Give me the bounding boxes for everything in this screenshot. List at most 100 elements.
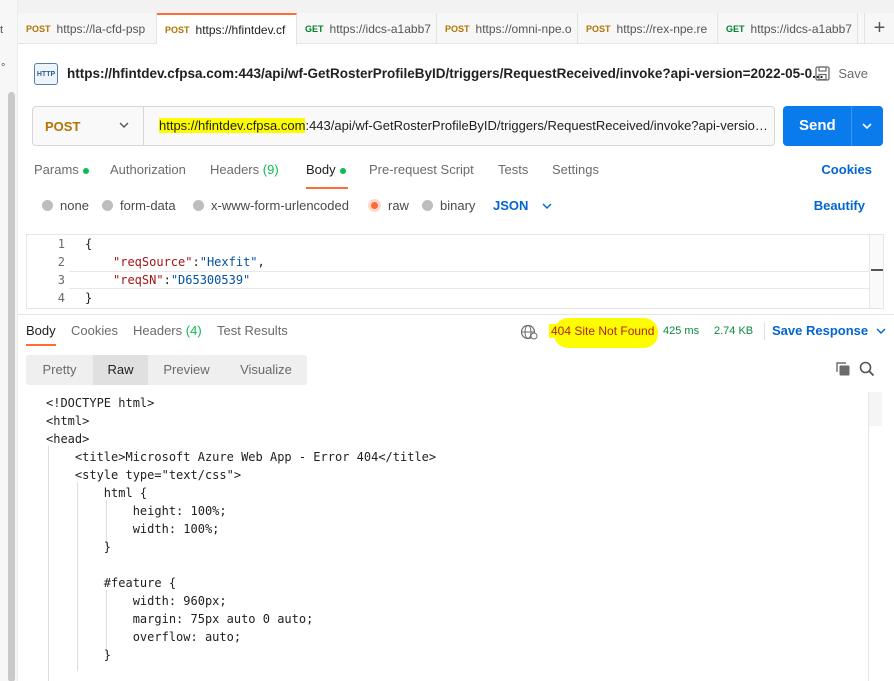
status-badge[interactable]: 404 Site Not Found — [549, 324, 657, 338]
radio-none[interactable]: none — [42, 198, 89, 213]
radio-urlencoded[interactable]: x-www-form-urlencoded — [193, 198, 349, 213]
tab-url: https://hfintdev.cf — [195, 23, 286, 37]
radio-binary[interactable]: binary — [422, 198, 475, 213]
code-line: } — [85, 291, 93, 305]
response-view-toggle: Pretty Raw Preview Visualize — [26, 355, 307, 385]
new-tab-button[interactable]: + — [864, 13, 894, 44]
view-preview[interactable]: Preview — [148, 355, 225, 385]
format-select[interactable]: JSON — [493, 198, 552, 213]
editor-scrollbar[interactable] — [869, 235, 883, 308]
request-tab-active[interactable]: POST https://hfintdev.cf — [157, 13, 297, 45]
radio-raw[interactable]: raw — [368, 198, 409, 213]
tab-url: https://rex-npe.re — [616, 21, 708, 36]
beautify-button[interactable]: Beautify — [814, 198, 865, 213]
tab-method: GET — [726, 23, 745, 34]
tab-headers[interactable]: Headers (9) — [210, 162, 279, 177]
response-line: width: 100%; — [46, 522, 220, 536]
tab-method: POST — [445, 23, 470, 34]
response-body[interactable]: <!DOCTYPE html> <html> <head> <title>Mic… — [26, 392, 868, 681]
cookies-link[interactable]: Cookies — [821, 162, 872, 177]
send-button[interactable]: Send — [783, 106, 883, 146]
tab-authorization[interactable]: Authorization — [110, 162, 186, 177]
tab-pre-request-script[interactable]: Pre-request Script — [369, 162, 474, 177]
response-line: height: 100%; — [46, 504, 227, 518]
globe-icon[interactable] — [520, 324, 538, 340]
request-tab[interactable]: POST https://rex-npe.re — [578, 13, 718, 44]
headers-count: (9) — [262, 162, 279, 177]
tab-tests[interactable]: Tests — [498, 162, 528, 177]
radio-icon — [422, 200, 433, 211]
tab-response-headers[interactable]: Headers (4) — [133, 323, 202, 338]
url-rest: :443/api/wf-GetRosterProfileByID/trigger… — [305, 118, 769, 133]
tab-url: https://idcs-a1abb7 — [329, 21, 431, 36]
response-line: width: 960px; — [46, 594, 227, 608]
tab-body[interactable]: Body — [306, 162, 346, 177]
status-dot — [339, 167, 346, 174]
tab-response-body[interactable]: Body — [26, 323, 56, 338]
view-visualize[interactable]: Visualize — [225, 355, 307, 385]
response-line: <!DOCTYPE html> — [46, 396, 155, 410]
url-input[interactable]: https://hfintdev.cfpsa.com:443/api/wf-Ge… — [159, 118, 769, 133]
save-response-button[interactable]: Save Response — [772, 323, 886, 338]
response-line: #feature { — [46, 576, 177, 590]
tab-method: GET — [305, 23, 324, 34]
radio-icon — [42, 200, 53, 211]
gutter-mark: t — [0, 24, 4, 36]
chevron-down-icon — [119, 122, 129, 128]
tab-params[interactable]: Params — [34, 162, 89, 177]
response-line: margin: 75px auto 0 auto; — [46, 612, 314, 626]
response-size[interactable]: 2.74 KB — [714, 325, 753, 337]
code-line: "reqSN":"D65300539" — [113, 273, 251, 287]
copy-icon[interactable] — [835, 361, 851, 377]
view-pretty[interactable]: Pretty — [26, 355, 93, 385]
request-tab[interactable]: POST https://la-cfd-psp — [18, 13, 157, 44]
response-time[interactable]: 425 ms — [663, 325, 699, 337]
response-line: } — [46, 648, 112, 662]
headers-count: (4) — [185, 323, 202, 338]
tab-url: https://omni-npe.o — [475, 21, 572, 36]
line-number: 1 — [57, 237, 65, 251]
request-body-editor[interactable]: 1 2 3 4 { "reqSource":"Hexfit", "reqSN":… — [26, 234, 884, 309]
response-scrollbar[interactable] — [868, 392, 882, 681]
save-button[interactable]: Save — [815, 66, 868, 81]
response-line: html { — [46, 486, 148, 500]
request-tab[interactable]: GET https://idcs-a1abb7 — [297, 13, 437, 44]
tab-method: POST — [165, 25, 190, 35]
tab-url: https://la-cfd-psp — [56, 21, 146, 36]
radio-form-data[interactable]: form-data — [102, 198, 176, 213]
plus-icon: + — [873, 17, 886, 39]
request-title-row: HTTP https://hfintdev.cfpsa.com:443/api/… — [34, 58, 884, 90]
url-highlighted: https://hfintdev.cfpsa.com — [159, 118, 306, 133]
tab-strip: POST https://la-cfd-psp POST https://hfi… — [18, 0, 894, 45]
response-line: overflow: auto; — [46, 630, 242, 644]
radio-icon — [102, 200, 113, 211]
line-number: 3 — [57, 273, 65, 287]
save-label: Save — [838, 66, 868, 81]
request-tab[interactable]: POST https://omni-npe.o — [437, 13, 578, 44]
tab-test-results[interactable]: Test Results — [217, 323, 288, 338]
request-tabs: Params Authorization Headers (9) Body Pr… — [34, 162, 874, 188]
tab-settings[interactable]: Settings — [552, 162, 599, 177]
save-icon — [815, 66, 831, 81]
response-line: <head> — [46, 432, 90, 446]
tab-method: POST — [26, 23, 51, 34]
send-label: Send — [799, 117, 836, 134]
request-title[interactable]: https://hfintdev.cfpsa.com:443/api/wf-Ge… — [67, 66, 823, 81]
divider — [18, 314, 894, 315]
left-gutter: t ° — [0, 0, 18, 681]
search-icon[interactable] — [859, 361, 875, 377]
request-tab[interactable]: GET https://idcs-a1abb7 — [718, 13, 858, 44]
view-raw[interactable]: Raw — [93, 355, 148, 385]
tab-response-cookies[interactable]: Cookies — [71, 323, 118, 338]
http-icon: HTTP — [34, 63, 58, 85]
response-line: <style type="text/css"> — [46, 468, 242, 482]
radio-selected-icon — [368, 199, 381, 212]
chevron-down-icon[interactable] — [861, 120, 873, 132]
method-select[interactable]: POST — [33, 107, 144, 145]
active-tab-indicator — [306, 187, 348, 189]
left-scrollbar[interactable] — [8, 92, 15, 681]
gutter-mark: ° — [1, 62, 6, 74]
status-dot — [82, 167, 89, 174]
method-value: POST — [45, 118, 81, 134]
code-line: "reqSource":"Hexfit", — [113, 255, 265, 269]
